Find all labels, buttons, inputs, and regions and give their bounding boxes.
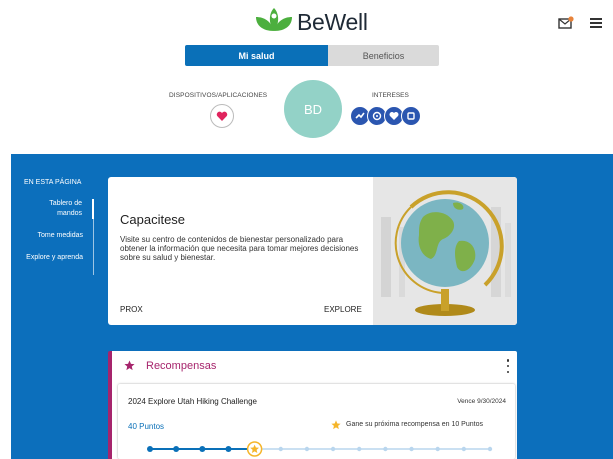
challenge-points: 40 Puntos [128, 422, 165, 431]
progress-step-pending [409, 446, 414, 452]
sidebar-nav: Tablero de mandos Tome medidas Explore y… [24, 199, 94, 275]
interests-icons[interactable] [350, 106, 421, 126]
devices-button[interactable] [210, 104, 234, 128]
challenge-card[interactable]: 2024 Explore Utah Hiking Challenge Vence… [118, 384, 515, 459]
progress-step-complete [225, 446, 232, 452]
progress-step-pending [304, 446, 310, 452]
progress-step-pending [330, 446, 336, 452]
sidebar-item-explore[interactable]: Explore y aprenda [24, 253, 93, 263]
interests-label: INTERESES [372, 92, 409, 99]
page: BeWell Mi salud Beneficios DISPOSITIVOS/… [0, 0, 613, 459]
progress-step-pending [383, 446, 388, 452]
progress-step-pending [487, 446, 493, 452]
globe-illustration [373, 177, 517, 325]
rewards-star-icon [124, 360, 135, 371]
brand-name: BeWell [297, 8, 368, 35]
progress-step-complete [199, 446, 206, 452]
card-title: Capacitese [120, 212, 186, 227]
next-reward-text: Gane su próxima recompensa en 10 Puntos [346, 421, 483, 428]
globe-icon [373, 177, 517, 325]
devices-label: DISPOSITIVOS/APLICACIONES [169, 92, 268, 99]
card-description: Visite su centro de contenidos de bienes… [120, 235, 359, 262]
capacitese-card: Capacitese Visite su centro de contenido… [108, 177, 517, 325]
challenge-name: 2024 Explore Utah Hiking Challenge [128, 397, 257, 406]
progress-step-pending [461, 446, 467, 452]
rewards-title: Recompensas [146, 360, 217, 372]
explore-button[interactable]: EXPLORE [324, 305, 362, 314]
next-reward-star-icon [331, 420, 341, 430]
progress-step-pending [435, 446, 440, 452]
rewards-card: Recompensas 2024 Explore Utah Hiking Cha… [108, 351, 517, 459]
view-toggle: Mi salud Beneficios [185, 45, 439, 66]
heart-icon [216, 111, 228, 121]
progress-step-complete [173, 446, 180, 452]
prox-button[interactable]: PROX [120, 305, 143, 314]
progress-step-pending [278, 446, 283, 452]
more-options-icon[interactable] [505, 359, 511, 373]
progress-step-pending [357, 446, 362, 452]
tab-mi-salud[interactable]: Mi salud [185, 45, 328, 66]
bewell-logo[interactable]: BeWell [254, 6, 368, 38]
progress-step-complete [147, 446, 153, 452]
sidebar-item-tablero[interactable]: Tablero de mandos [24, 199, 94, 219]
avatar[interactable]: BD [284, 80, 342, 138]
interest-mindfulness-icon [401, 106, 421, 126]
sidebar-item-tome-medidas[interactable]: Tome medidas [24, 231, 93, 241]
tab-beneficios[interactable]: Beneficios [328, 45, 439, 66]
sidebar-title: EN ESTA PÁGINA [24, 179, 82, 186]
progress-tracker [147, 441, 493, 457]
challenge-due-date: Vence 9/30/2024 [457, 398, 506, 405]
hamburger-menu-icon[interactable] [590, 18, 602, 28]
notification-mail-icon[interactable] [558, 16, 574, 30]
leaf-logo-icon [256, 8, 292, 31]
